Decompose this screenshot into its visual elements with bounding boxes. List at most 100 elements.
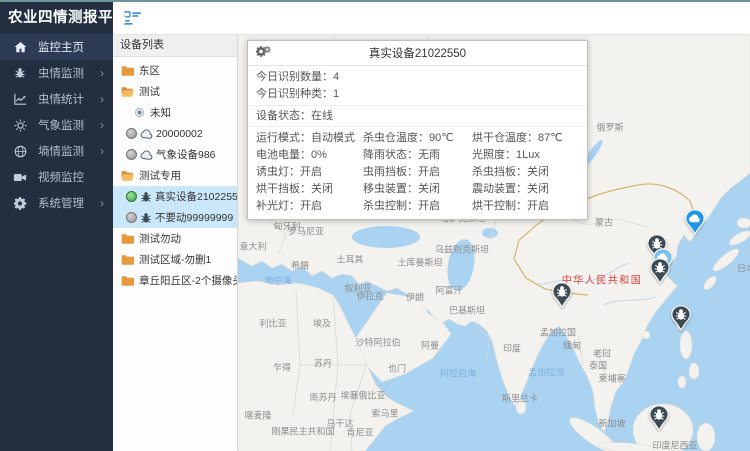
sidebar-item-label: 系统管理: [38, 195, 100, 211]
tree-folder[interactable]: 章丘阳丘区-2个摄像头: [113, 270, 237, 291]
tree-item-label: 测试勿动: [139, 231, 181, 246]
popup-grid-cell: 杀虫挡板：关闭: [464, 164, 587, 181]
sidebar-item-label: 虫情监测: [38, 65, 100, 81]
folder-icon: [121, 65, 134, 76]
sidebar-item-label: 墒情监测: [38, 143, 100, 159]
map-canvas[interactable]: 俄罗斯蒙古捷克乌克兰哈萨克斯坦匈牙利罗马尼亚意大利希腊土耳其乌兹别克斯坦土库曼斯…: [238, 35, 750, 451]
tree-item-label: 20000002: [156, 128, 203, 140]
chart-icon: [12, 93, 28, 105]
tree-item-label: 章丘阳丘区-2个摄像头: [139, 273, 237, 288]
popup-title: 真实设备21022550: [248, 45, 587, 61]
popup-grid-cell: 杀虫仓温度：90℃: [355, 130, 464, 147]
popup-grid-cell: 诱虫灯：开启: [248, 164, 355, 181]
chevron-right-icon: ›: [100, 145, 104, 157]
tree-item-label: 未知: [150, 105, 171, 120]
popup-grid-cell: 运行模式：自动模式: [248, 130, 355, 147]
tree-item-label: 不要动99999999: [155, 210, 233, 225]
sidebar-item-weather-monitor[interactable]: 气象监测›: [0, 112, 113, 138]
bug-icon: [12, 67, 28, 79]
popup-stats: 今日识别数量：4 今日识别种类：1: [248, 66, 587, 105]
chevron-right-icon: ›: [100, 93, 104, 105]
tree-folder[interactable]: 测试勿动: [113, 228, 237, 249]
tree-item-label: 测试专用: [139, 168, 181, 183]
chevron-right-icon: ›: [100, 67, 104, 79]
stat-recognition-species: 今日识别种类：1: [248, 86, 587, 103]
device-status: 设备状态：在线: [248, 105, 587, 127]
status-dot-offline: [126, 128, 137, 139]
tree-folder[interactable]: 测试专用: [113, 165, 237, 186]
sidebar: 农业四情测报平台 监控主页虫情监测›虫情统计›气象监测›墒情监测›视频监控系统管…: [0, 0, 113, 451]
sidebar-item-label: 气象监测: [38, 117, 100, 133]
insect-device-marker[interactable]: [671, 305, 691, 336]
tree-device[interactable]: 气象设备986: [113, 144, 237, 165]
status-dot-offline: [126, 149, 137, 160]
folder-open-icon: [121, 86, 134, 97]
cloud-icon: [140, 129, 153, 139]
popup-grid-cell: 补光灯：开启: [248, 198, 355, 215]
sidebar-item-video-monitor[interactable]: 视频监控: [0, 164, 113, 190]
popup-grid-cell: 移虫装置：关闭: [355, 181, 464, 198]
sidebar-item-insect-monitor[interactable]: 虫情监测›: [0, 60, 113, 86]
tree-item-label: 真实设备21022550: [155, 189, 237, 204]
tree-folder[interactable]: 测试: [113, 81, 237, 102]
sidebar-item-label: 虫情统计: [38, 91, 100, 107]
tree-item-label: 东区: [139, 63, 160, 78]
sidebar-item-home[interactable]: 监控主页: [0, 34, 113, 60]
tree-device[interactable]: 真实设备21022550: [113, 186, 237, 207]
device-list-panel: 设备列表 东区测试未知 20000002 气象设备986 测试专用真实设备210225…: [113, 35, 238, 451]
folder-open-icon: [121, 170, 134, 181]
app-title: 农业四情测报平台: [0, 0, 113, 34]
popup-grid-cell: 烘干仓温度：87℃: [464, 130, 587, 147]
tree-item-label: 测试区域-勿删1: [139, 252, 211, 267]
popup-grid-cell: 震动装置：关闭: [464, 181, 587, 198]
sidebar-menu: 监控主页虫情监测›虫情统计›气象监测›墒情监测›视频监控系统管理›: [0, 34, 113, 216]
tree-folder[interactable]: 东区: [113, 60, 237, 81]
tree-device[interactable]: 20000002: [113, 123, 237, 144]
stat-recognition-count: 今日识别数量：4: [248, 69, 587, 86]
bug-icon: [140, 212, 152, 224]
popup-grid-cell: 虫雨挡板：开启: [355, 164, 464, 181]
sidebar-item-system-admin[interactable]: 系统管理›: [0, 190, 113, 216]
popup-grid-cell: 电池电量：0%: [248, 147, 355, 164]
popup-grid-cell: 烘干挡板：关闭: [248, 181, 355, 198]
weather-device-marker[interactable]: [685, 209, 705, 240]
sun-icon: [12, 119, 28, 132]
device-list-header: 设备列表: [113, 35, 237, 57]
tree-device[interactable]: 未知: [113, 102, 237, 123]
insect-device-marker[interactable]: [649, 405, 669, 436]
popup-header: 真实设备21022550: [248, 41, 587, 66]
app-window: 农业四情测报平台 监控主页虫情监测›虫情统计›气象监测›墒情监测›视频监控系统管…: [0, 0, 750, 451]
sidebar-item-soil-monitor[interactable]: 墒情监测›: [0, 138, 113, 164]
sidebar-item-label: 视频监控: [38, 169, 104, 185]
folder-icon: [121, 275, 134, 286]
popup-grid-cell: 杀虫控制：开启: [355, 198, 464, 215]
tree-item-label: 气象设备986: [156, 147, 216, 162]
sidebar-item-insect-stats[interactable]: 虫情统计›: [0, 86, 113, 112]
popup-grid: 运行模式：自动模式杀虫仓温度：90℃烘干仓温度：87℃ 电池电量：0%降雨状态：无…: [248, 127, 587, 219]
topbar: [113, 2, 750, 35]
settings-gears-icon[interactable]: [256, 46, 271, 57]
chevron-right-icon: ›: [100, 197, 104, 209]
globe-icon: [12, 145, 28, 158]
popup-grid-cell: 光照度：1Lux: [464, 147, 587, 164]
chevron-right-icon: ›: [100, 119, 104, 131]
popup-grid-cell: 烘干控制：开启: [464, 198, 587, 215]
bug-icon: [140, 191, 152, 203]
device-info-popup: 真实设备21022550 今日识别数量：4 今日识别种类：1 设备状态：在线 运…: [247, 40, 588, 220]
home-icon: [12, 41, 28, 53]
folder-icon: [121, 233, 134, 244]
unknown-device-icon: [134, 107, 145, 118]
tree-device[interactable]: 不要动99999999: [113, 207, 237, 228]
tree-item-label: 测试: [139, 84, 160, 99]
popup-grid-cell: 降雨状态：无雨: [355, 147, 464, 164]
insect-device-marker[interactable]: [650, 258, 670, 289]
video-icon: [12, 172, 28, 183]
status-dot-offline: [126, 212, 137, 223]
insect-device-marker[interactable]: [552, 282, 572, 313]
cloud-icon: [140, 150, 153, 160]
tree-folder[interactable]: 测试区域-勿删1: [113, 249, 237, 270]
gear-icon: [12, 197, 28, 210]
sidebar-item-label: 监控主页: [38, 39, 104, 55]
status-dot-online: [126, 191, 137, 202]
device-tree: 东区测试未知 20000002 气象设备986 测试专用真实设备21022550 不要动…: [113, 57, 237, 291]
